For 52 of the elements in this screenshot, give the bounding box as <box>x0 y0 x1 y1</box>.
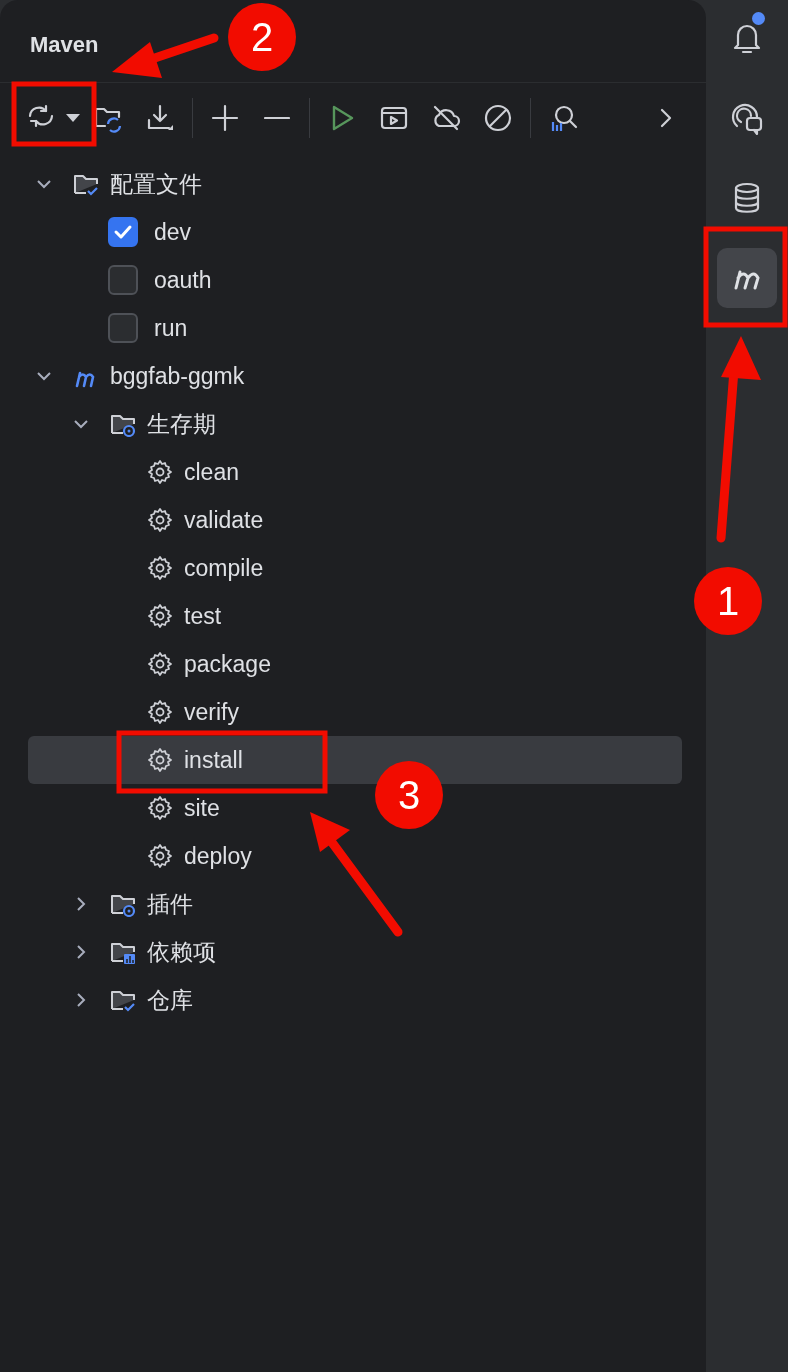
gear-icon <box>147 651 173 677</box>
tree-row[interactable]: test <box>28 592 230 640</box>
panel-title: Maven <box>30 32 99 57</box>
tree-row[interactable]: 配置文件 <box>28 160 210 208</box>
tree-label: package <box>184 649 271 679</box>
tree-label: install <box>184 745 243 775</box>
tree-label: bggfab-ggmk <box>110 361 245 391</box>
tree-row[interactable]: site <box>28 784 228 832</box>
tree-row[interactable]: compile <box>28 544 272 592</box>
gear-icon <box>147 699 173 725</box>
tree-row[interactable]: oauth <box>28 256 220 304</box>
tree-label: compile <box>184 553 264 583</box>
tree-label: site <box>184 793 220 823</box>
checkbox[interactable] <box>108 313 138 343</box>
tree-row[interactable]: validate <box>28 496 272 544</box>
gear-icon <box>147 843 173 869</box>
tree-label: verify <box>184 697 239 727</box>
tree-label: clean <box>184 457 239 487</box>
tree-label: 配置文件 <box>110 169 202 199</box>
tree-row[interactable]: verify <box>28 688 247 736</box>
tree-row[interactable]: bggfab-ggmk <box>28 352 253 400</box>
checkbox[interactable] <box>108 265 138 295</box>
tree-label: 仓库 <box>147 985 193 1015</box>
tree-label: test <box>184 601 222 631</box>
tree-row[interactable]: 插件 <box>28 880 201 928</box>
tree-label: 插件 <box>147 889 193 919</box>
gear-icon <box>147 747 173 773</box>
gear-icon <box>147 459 173 485</box>
tree-label: oauth <box>154 265 212 295</box>
tree-row[interactable]: dev <box>28 208 200 256</box>
tree-row[interactable]: 生存期 <box>28 400 224 448</box>
tree-row[interactable]: 仓库 <box>28 976 201 1024</box>
caret-icon <box>66 113 80 122</box>
tree-label: deploy <box>184 841 252 871</box>
tree-row[interactable]: run <box>28 304 196 352</box>
remove-icon <box>264 115 290 120</box>
maven-button[interactable] <box>717 248 777 308</box>
tree-row[interactable]: 依赖项 <box>28 928 224 976</box>
tree-label: validate <box>184 505 264 535</box>
gear-icon <box>147 795 173 821</box>
tree-label: 依赖项 <box>147 937 216 967</box>
step-number: 1 <box>694 567 762 635</box>
gear-icon <box>147 603 173 629</box>
tree-row[interactable]: clean <box>28 448 247 496</box>
gear-icon <box>147 507 173 533</box>
tree-label: dev <box>154 217 192 247</box>
tree-label: run <box>154 313 188 343</box>
tree-row[interactable]: deploy <box>28 832 260 880</box>
checkbox[interactable] <box>108 217 138 247</box>
tree-label: 生存期 <box>147 409 216 439</box>
gear-icon <box>147 555 173 581</box>
tree-row[interactable]: package <box>28 640 279 688</box>
